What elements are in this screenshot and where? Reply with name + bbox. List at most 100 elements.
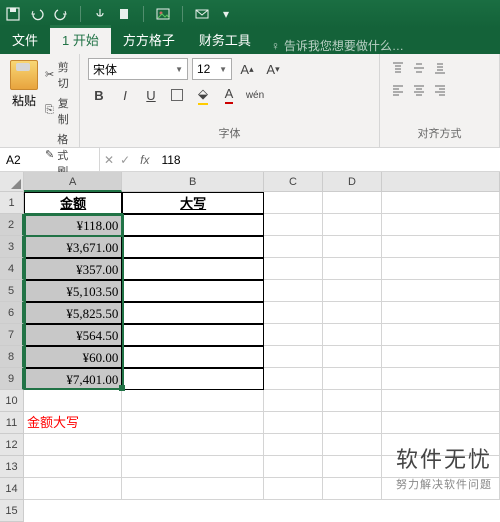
cell-C13[interactable] xyxy=(264,456,323,478)
row-header-8[interactable]: 8 xyxy=(0,346,24,368)
cell-A2[interactable]: ¥118.00 xyxy=(24,214,122,236)
cell-E3[interactable] xyxy=(382,236,500,258)
fill-color-button[interactable]: ⬙ xyxy=(192,84,214,106)
cell-C11[interactable] xyxy=(264,412,323,434)
cell-D1[interactable] xyxy=(323,192,382,214)
cell-A14[interactable] xyxy=(24,478,122,500)
cell-C9[interactable] xyxy=(264,368,323,390)
redo-icon[interactable] xyxy=(54,7,68,21)
cell-A13[interactable] xyxy=(24,456,122,478)
touch-icon[interactable] xyxy=(93,7,107,21)
cell-D13[interactable] xyxy=(323,456,382,478)
align-left-button[interactable] xyxy=(388,80,408,100)
cut-button[interactable]: ✂剪切 xyxy=(44,58,74,92)
cell-B4[interactable] xyxy=(122,258,264,280)
col-header-D[interactable]: D xyxy=(323,172,382,192)
cell-D10[interactable] xyxy=(323,390,382,412)
cell-A6[interactable]: ¥5,825.50 xyxy=(24,302,122,324)
col-header-A[interactable]: A xyxy=(24,172,122,192)
cell-D5[interactable] xyxy=(323,280,382,302)
cell-E7[interactable] xyxy=(382,324,500,346)
align-bottom-button[interactable] xyxy=(430,58,450,78)
font-size-combo[interactable]: 12▼ xyxy=(192,58,232,80)
increase-font-button[interactable]: A▴ xyxy=(236,58,258,80)
col-header-B[interactable]: B xyxy=(122,172,264,192)
cell-D11[interactable] xyxy=(323,412,382,434)
cell-B11[interactable] xyxy=(122,412,264,434)
row-header-9[interactable]: 9 xyxy=(0,368,24,390)
save-icon[interactable] xyxy=(6,7,20,21)
cell-B10[interactable] xyxy=(122,390,264,412)
cell-C12[interactable] xyxy=(264,434,323,456)
tab-finance[interactable]: 财务工具 xyxy=(187,25,263,54)
row-header-11[interactable]: 11 xyxy=(0,412,24,434)
row-header-15[interactable]: 15 xyxy=(0,500,24,522)
cell-E14[interactable] xyxy=(382,478,500,500)
cell-E5[interactable] xyxy=(382,280,500,302)
col-header-C[interactable]: C xyxy=(264,172,323,192)
tab-file[interactable]: 文件 xyxy=(0,25,50,54)
cell-B7[interactable] xyxy=(122,324,264,346)
row-header-6[interactable]: 6 xyxy=(0,302,24,324)
row-header-10[interactable]: 10 xyxy=(0,390,24,412)
row-header-14[interactable]: 14 xyxy=(0,478,24,500)
cell-A4[interactable]: ¥357.00 xyxy=(24,258,122,280)
copy-button[interactable]: ⎘复制 xyxy=(44,94,74,128)
cell-B9[interactable] xyxy=(122,368,264,390)
row-header-4[interactable]: 4 xyxy=(0,258,24,280)
underline-button[interactable]: U xyxy=(140,84,162,106)
customize-dropdown-icon[interactable]: ▾ xyxy=(219,7,233,21)
formula-input[interactable]: 118 xyxy=(155,153,500,167)
align-middle-button[interactable] xyxy=(409,58,429,78)
font-color-button[interactable]: A xyxy=(218,84,240,106)
bold-button[interactable]: B xyxy=(88,84,110,106)
cell-D8[interactable] xyxy=(323,346,382,368)
undo-icon[interactable] xyxy=(30,7,44,21)
cell-C5[interactable] xyxy=(264,280,323,302)
cell-B5[interactable] xyxy=(122,280,264,302)
col-header-blank[interactable] xyxy=(382,172,500,192)
select-all-button[interactable] xyxy=(0,172,24,192)
cell-C6[interactable] xyxy=(264,302,323,324)
cell-B2[interactable] xyxy=(122,214,264,236)
cell-B13[interactable] xyxy=(122,456,264,478)
cell-B3[interactable] xyxy=(122,236,264,258)
fx-button[interactable]: fx xyxy=(134,153,155,167)
cell-D7[interactable] xyxy=(323,324,382,346)
grid-body[interactable]: A B C D 金额 大写 ¥118.00 ¥3,671.00 ¥357.00 … xyxy=(24,172,500,500)
cell-D14[interactable] xyxy=(323,478,382,500)
align-right-button[interactable] xyxy=(430,80,450,100)
cell-A9[interactable]: ¥7,401.00 xyxy=(24,368,122,390)
row-header-13[interactable]: 13 xyxy=(0,456,24,478)
cell-C10[interactable] xyxy=(264,390,323,412)
paste-button[interactable]: 粘贴 xyxy=(8,58,40,180)
cell-A10[interactable] xyxy=(24,390,122,412)
cell-D3[interactable] xyxy=(323,236,382,258)
cell-E10[interactable] xyxy=(382,390,500,412)
cell-E9[interactable] xyxy=(382,368,500,390)
align-center-button[interactable] xyxy=(409,80,429,100)
cell-D9[interactable] xyxy=(323,368,382,390)
cell-C4[interactable] xyxy=(264,258,323,280)
cell-A12[interactable] xyxy=(24,434,122,456)
cell-D4[interactable] xyxy=(323,258,382,280)
tell-me-search[interactable]: ♀ 告诉我您想要做什么… xyxy=(271,37,404,54)
row-header-7[interactable]: 7 xyxy=(0,324,24,346)
cancel-icon[interactable]: ✕ xyxy=(104,153,114,167)
row-header-5[interactable]: 5 xyxy=(0,280,24,302)
cell-C2[interactable] xyxy=(264,214,323,236)
cell-C14[interactable] xyxy=(264,478,323,500)
italic-button[interactable]: I xyxy=(114,84,136,106)
cell-C8[interactable] xyxy=(264,346,323,368)
new-icon[interactable] xyxy=(117,7,131,21)
cell-E2[interactable] xyxy=(382,214,500,236)
cell-B1[interactable]: 大写 xyxy=(122,192,264,214)
tab-home[interactable]: 1 开始 xyxy=(50,25,111,54)
picture-icon[interactable] xyxy=(156,7,170,21)
cell-E13[interactable] xyxy=(382,456,500,478)
decrease-font-button[interactable]: A▾ xyxy=(262,58,284,80)
enter-icon[interactable]: ✓ xyxy=(120,153,130,167)
font-name-combo[interactable]: 宋体▼ xyxy=(88,58,188,80)
cell-A1[interactable]: 金额 xyxy=(24,192,122,214)
cell-C7[interactable] xyxy=(264,324,323,346)
